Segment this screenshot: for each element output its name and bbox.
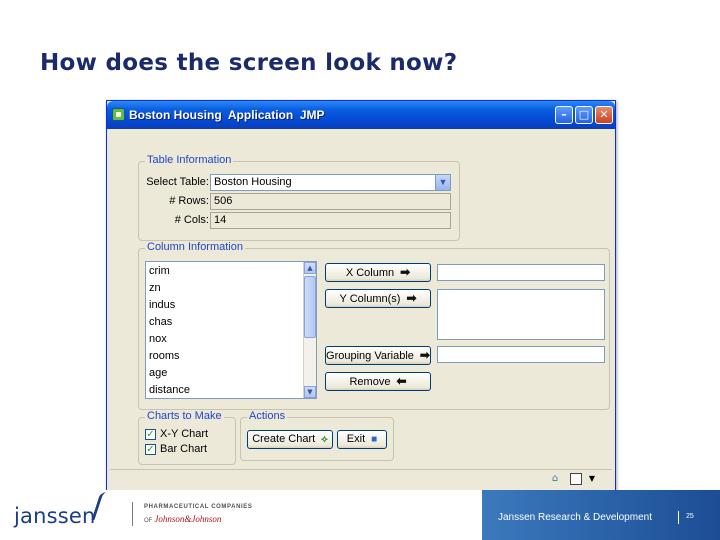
remove-button[interactable]: Remove ⬅	[325, 372, 431, 391]
division-text: Janssen Research & Development	[498, 512, 652, 523]
square-icon[interactable]	[570, 473, 582, 485]
actions-group: Actions Create Chart ⟡ Exit ■	[240, 410, 394, 461]
maximize-button[interactable]: □	[575, 106, 593, 124]
cols-field: 14	[210, 212, 451, 229]
app-icon	[112, 108, 125, 121]
slide-footer: janssen PHARMACEUTICAL COMPANIES OF Johns…	[0, 490, 720, 540]
slide: How does the screen look now? Boston Hou…	[0, 0, 720, 540]
x-column-button-label: X Column	[345, 267, 395, 279]
rows-label: # Rows:	[169, 195, 209, 207]
bar-chart-checkbox[interactable]: ✓	[145, 444, 156, 455]
listbox-scrollbar[interactable]: ▲ ▼	[303, 262, 316, 398]
xy-chart-checkbox[interactable]: ✓	[145, 429, 156, 440]
list-item[interactable]: distance	[149, 384, 190, 396]
cols-label: # Cols:	[174, 214, 209, 226]
jnj-text: Johnson&Johnson	[154, 514, 222, 524]
select-table-value: Boston Housing	[214, 176, 292, 188]
scroll-up-icon[interactable]: ▲	[304, 262, 316, 274]
exit-button-label: Exit	[346, 433, 366, 445]
chart-icon: ⟡	[321, 434, 328, 445]
slide-title: How does the screen look now?	[40, 50, 458, 76]
column-information-legend: Column Information	[145, 241, 245, 253]
scroll-thumb[interactable]	[304, 276, 316, 338]
create-chart-button[interactable]: Create Chart ⟡	[247, 430, 333, 449]
jnj-logo: OF Johnson&Johnson	[144, 514, 221, 524]
table-information-legend: Table Information	[145, 154, 234, 166]
table-information-group: Table Information Select Table: Boston H…	[138, 154, 460, 241]
arrow-left-icon: ⬅	[396, 374, 407, 388]
cols-value: 14	[214, 214, 227, 226]
page-number: 25	[686, 513, 694, 520]
pharma-line: PHARMACEUTICAL COMPANIES	[144, 504, 253, 510]
select-table-label: Select Table:	[146, 176, 209, 188]
jnj-of: OF	[144, 518, 153, 524]
y-columns-field[interactable]	[437, 289, 605, 340]
arrow-right-icon: ➡	[400, 265, 411, 279]
home-icon[interactable]: ⌂	[549, 473, 561, 485]
minimize-button[interactable]: –	[555, 106, 573, 124]
actions-legend: Actions	[247, 410, 288, 422]
footer-separator	[678, 511, 679, 524]
window-statusbar: ⌂ ▼	[110, 469, 612, 489]
y-columns-button-label: Y Column(s)	[339, 293, 401, 305]
column-information-group: Column Information crim zn indus chas no…	[138, 241, 610, 410]
list-item[interactable]: indus	[149, 299, 175, 311]
select-table-dropdown[interactable]: Boston Housing ▼	[210, 174, 451, 191]
charts-to-make-legend: Charts to Make	[145, 410, 224, 422]
grouping-variable-button-label: Grouping Variable	[326, 350, 414, 362]
chevron-down-icon[interactable]: ▼	[435, 175, 450, 190]
arrow-right-icon: ➡	[406, 291, 417, 305]
exit-icon: ■	[371, 434, 378, 445]
list-item[interactable]: zn	[149, 282, 161, 294]
rows-value: 506	[214, 195, 233, 207]
app-window: Boston Housing Application JMP – □ ✕ Tab…	[106, 100, 616, 492]
xy-chart-label: X-Y Chart	[160, 428, 209, 440]
janssen-logo: janssen	[14, 504, 96, 528]
arrow-right-icon: ➡	[419, 348, 430, 362]
scroll-down-icon[interactable]: ▼	[304, 386, 316, 398]
list-item[interactable]: nox	[149, 333, 167, 345]
bar-chart-label: Bar Chart	[160, 443, 208, 455]
close-button[interactable]: ✕	[595, 106, 613, 124]
list-item[interactable]: chas	[149, 316, 172, 328]
dropdown-icon[interactable]: ▼	[586, 473, 598, 485]
y-columns-button[interactable]: Y Column(s) ➡	[325, 289, 431, 308]
grouping-variable-field[interactable]	[437, 346, 605, 363]
window-title: Boston Housing Application JMP	[129, 108, 325, 122]
list-item[interactable]: age	[149, 367, 167, 379]
window-client-area: Table Information Select Table: Boston H…	[110, 129, 612, 469]
list-item[interactable]: rooms	[149, 350, 180, 362]
x-column-field[interactable]	[437, 264, 605, 281]
grouping-variable-button[interactable]: Grouping Variable ➡	[325, 346, 431, 365]
create-chart-button-label: Create Chart	[252, 433, 316, 445]
footer-divider	[132, 502, 133, 526]
rows-field: 506	[210, 193, 451, 210]
remove-button-label: Remove	[349, 376, 391, 388]
exit-button[interactable]: Exit ■	[337, 430, 387, 449]
window-titlebar[interactable]: Boston Housing Application JMP – □ ✕	[107, 101, 615, 129]
list-item[interactable]: crim	[149, 265, 170, 277]
x-column-button[interactable]: X Column ➡	[325, 263, 431, 282]
column-listbox[interactable]: crim zn indus chas nox rooms age distanc…	[145, 261, 317, 399]
charts-to-make-group: Charts to Make ✓ X-Y Chart ✓ Bar Chart	[138, 410, 236, 465]
